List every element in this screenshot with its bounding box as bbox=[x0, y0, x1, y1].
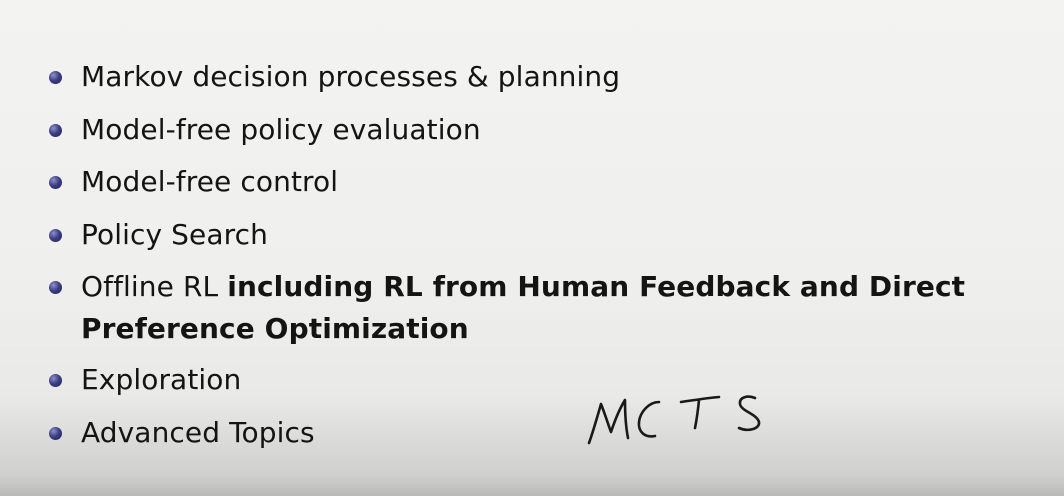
bullet-icon bbox=[49, 426, 62, 440]
list-item: Model-free policy evaluation bbox=[46, 109, 1036, 151]
handwritten-letter-c bbox=[637, 400, 661, 438]
bullet-icon bbox=[49, 228, 62, 242]
lecture-slide: Markov decision processes & planning Mod… bbox=[0, 0, 1064, 496]
list-item: Exploration bbox=[46, 359, 1036, 401]
handwritten-mcts-annotation bbox=[587, 395, 761, 445]
list-item: Policy Search bbox=[46, 214, 1036, 256]
topic-advanced-topics: Advanced Topics bbox=[81, 415, 315, 449]
topic-model-free-policy-evaluation: Model-free policy evaluation bbox=[81, 112, 481, 146]
topic-markov-decision-processes: Markov decision processes & planning bbox=[81, 60, 621, 93]
bullet-icon bbox=[49, 281, 62, 294]
list-item: Offline RL including RL from Human Feedb… bbox=[46, 266, 1036, 350]
list-item: Advanced Topics bbox=[46, 412, 1036, 454]
handwritten-letter-t bbox=[679, 395, 721, 430]
topic-offline-rl: Offline RL bbox=[81, 270, 228, 303]
list-item: Model-free control bbox=[46, 161, 1036, 203]
bullet-icon bbox=[49, 374, 62, 387]
topic-model-free-control: Model-free control bbox=[81, 165, 339, 198]
handwritten-letter-m bbox=[587, 398, 630, 445]
topic-exploration: Exploration bbox=[81, 363, 242, 396]
bullet-icon bbox=[49, 176, 62, 189]
handwritten-letter-s bbox=[737, 395, 761, 432]
topic-policy-search: Policy Search bbox=[81, 217, 268, 251]
topic-list: Markov decision processes & planning Mod… bbox=[46, 56, 1036, 464]
bullet-icon bbox=[49, 71, 62, 84]
list-item: Markov decision processes & planning bbox=[46, 56, 1036, 98]
bullet-icon bbox=[49, 123, 62, 137]
